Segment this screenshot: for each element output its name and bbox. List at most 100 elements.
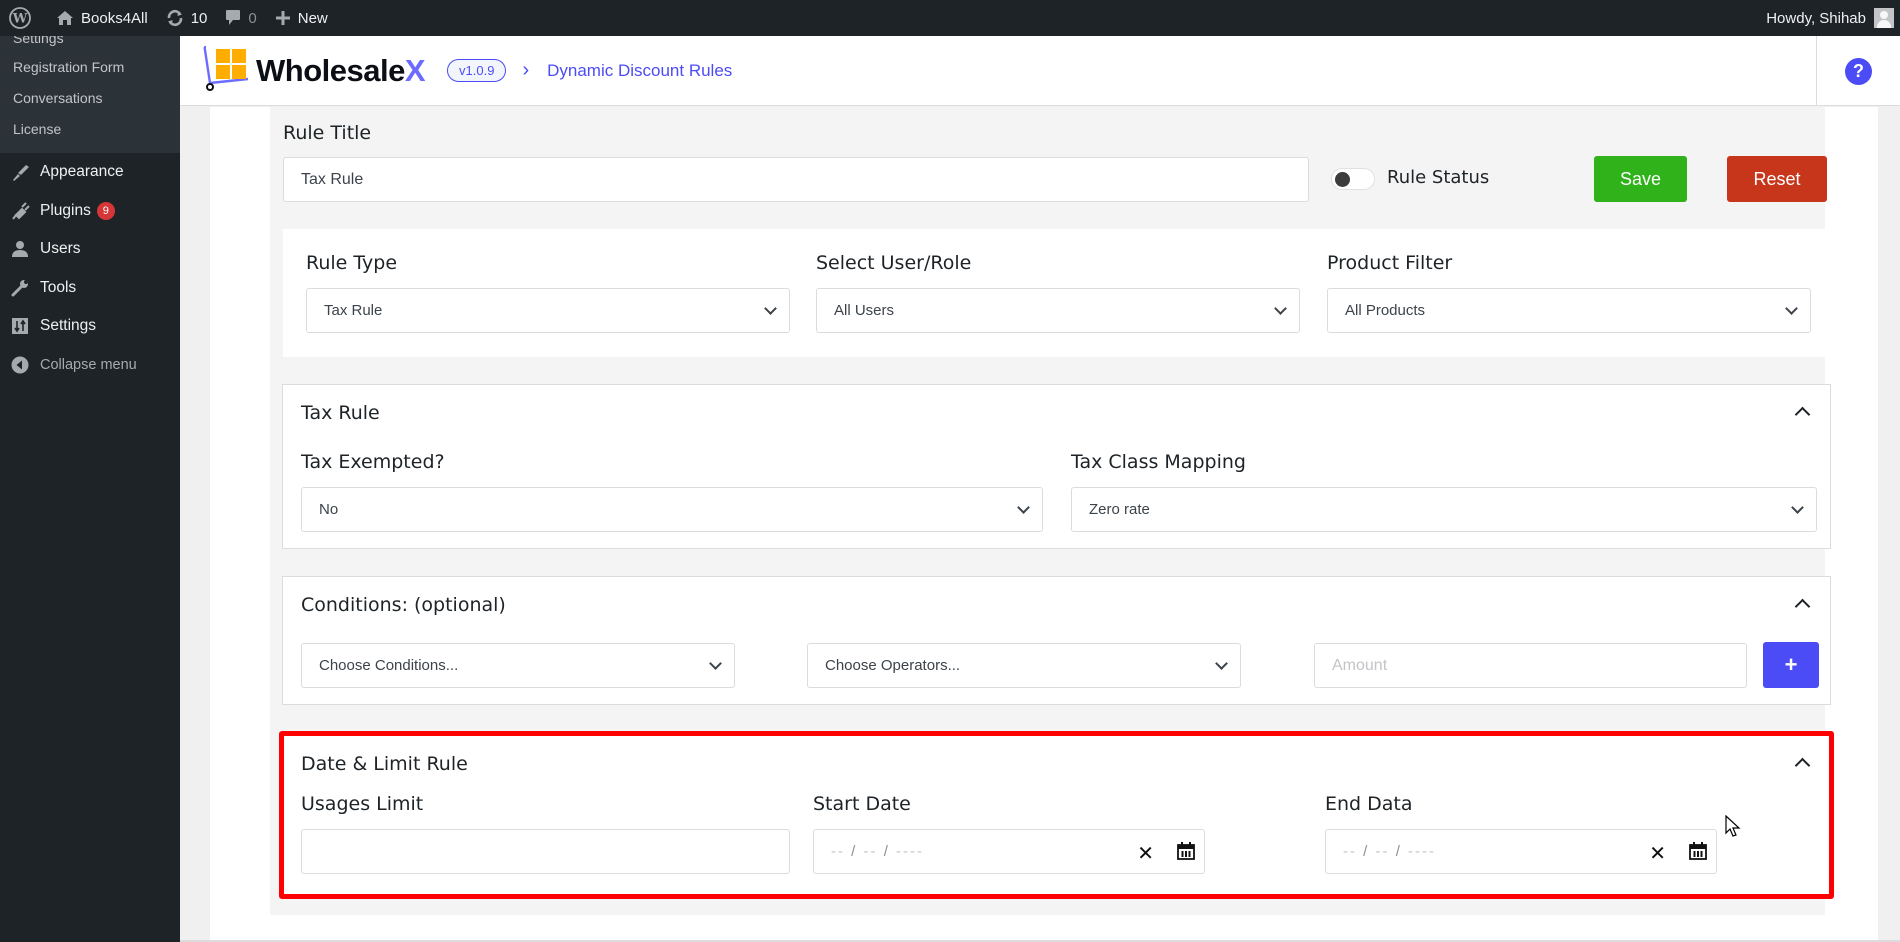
amount-input[interactable] xyxy=(1332,656,1729,675)
amount-field[interactable] xyxy=(1314,643,1747,688)
mouse-cursor-icon xyxy=(1725,814,1741,844)
reset-button[interactable]: Reset xyxy=(1727,156,1827,202)
clear-end-date-icon[interactable]: ✕ xyxy=(1649,841,1666,866)
date-day: -- xyxy=(831,843,845,860)
help-area: ? xyxy=(1816,36,1900,106)
site-name-link[interactable]: Books4All xyxy=(47,0,157,36)
usage-limit-label: Usages Limit xyxy=(301,793,424,815)
help-icon[interactable]: ? xyxy=(1845,57,1872,85)
comments-count: 0 xyxy=(248,9,257,27)
collapse-conditions-icon[interactable] xyxy=(1794,598,1811,615)
updates-icon xyxy=(166,9,184,27)
chevron-down-icon xyxy=(1215,657,1228,670)
comment-icon xyxy=(225,9,241,27)
rule-status-toggle[interactable] xyxy=(1331,168,1375,190)
date-limit-card: Date & Limit Rule Usages Limit Start Dat… xyxy=(282,732,1831,897)
rule-filters-card: Rule Type Tax Rule Select User/Role All … xyxy=(283,229,1831,357)
sidebar-item-plugins[interactable]: Plugins 9 xyxy=(0,192,180,231)
sidebar-item-label: Settings xyxy=(40,317,97,335)
start-date-calendar-icon[interactable] xyxy=(1176,841,1196,865)
sidebar-item-label: Users xyxy=(40,240,81,258)
end-date-field[interactable]: -- / -- / ---- ✕ xyxy=(1325,829,1717,874)
plugin-icon xyxy=(10,201,30,221)
collapse-icon xyxy=(10,355,30,375)
save-button[interactable]: Save xyxy=(1594,156,1687,202)
chevron-down-icon xyxy=(1274,302,1287,315)
submenu-item-license[interactable]: License xyxy=(0,114,180,145)
submenu-item-settings[interactable]: Settings xyxy=(0,36,180,52)
collapse-menu-button[interactable]: Collapse menu xyxy=(0,346,180,385)
submenu-item-registration-form[interactable]: Registration Form xyxy=(0,52,180,83)
my-account-link[interactable]: Howdy, Shihab xyxy=(1757,0,1900,36)
brand-name-accent: X xyxy=(404,52,426,88)
brand-name: WholesaleX xyxy=(256,52,426,89)
collapse-date-limit-icon[interactable] xyxy=(1794,757,1811,774)
wholesalex-logo[interactable]: WholesaleX xyxy=(202,45,426,96)
end-date-calendar-icon[interactable] xyxy=(1688,841,1708,865)
chevron-down-icon xyxy=(709,657,722,670)
sidebar-item-tools[interactable]: Tools xyxy=(0,269,180,308)
sidebar-item-appearance[interactable]: Appearance xyxy=(0,153,180,192)
date-year: ---- xyxy=(1408,843,1437,860)
usage-limit-field[interactable] xyxy=(301,829,790,874)
conditions-select[interactable]: Choose Conditions... xyxy=(301,643,735,688)
admin-sidebar: Settings Registration Form Conversations… xyxy=(0,36,180,942)
plugin-header: WholesaleX v1.0.9 › Dynamic Discount Rul… xyxy=(180,36,1900,106)
tax-class-mapping-value: Zero rate xyxy=(1089,501,1150,518)
tax-exempted-label: Tax Exempted? xyxy=(301,451,445,473)
admin-bar: W Books4All 10 0 New Howdy, Shihab xyxy=(0,0,1900,36)
collapse-menu-label: Collapse menu xyxy=(40,356,137,373)
chevron-down-icon xyxy=(1791,501,1804,514)
wordpress-logo-button[interactable]: W xyxy=(0,0,47,36)
user-role-value: All Users xyxy=(834,302,895,319)
date-day: -- xyxy=(1343,843,1357,860)
product-filter-select[interactable]: All Products xyxy=(1327,288,1811,333)
brand-name-main: Wholesale xyxy=(256,52,405,88)
tax-exempted-select[interactable]: No xyxy=(301,487,1043,532)
home-icon xyxy=(56,10,74,26)
end-date-placeholder: -- / -- / ---- xyxy=(1343,843,1437,860)
sidebar-item-label: Tools xyxy=(40,278,77,296)
tax-exempted-value: No xyxy=(319,501,339,518)
usage-limit-input[interactable] xyxy=(319,842,772,861)
add-condition-button[interactable]: + xyxy=(1763,642,1819,688)
sidebar-item-settings[interactable]: Settings xyxy=(0,307,180,346)
breadcrumb-chevron-icon: › xyxy=(522,59,530,81)
rule-panel: Rule Title Rule Status Save Reset Rule T… xyxy=(210,107,1878,942)
conditions-value: Choose Conditions... xyxy=(319,657,459,674)
clear-start-date-icon[interactable]: ✕ xyxy=(1137,841,1154,866)
end-date-label: End Data xyxy=(1325,793,1413,815)
date-limit-title: Date & Limit Rule xyxy=(301,753,468,775)
svg-text:W: W xyxy=(12,12,28,27)
chevron-down-icon xyxy=(1785,302,1798,315)
users-icon xyxy=(10,239,30,259)
tax-rule-card: Tax Rule Tax Exempted? No Tax Class Mapp… xyxy=(282,384,1831,549)
new-content-link[interactable]: New xyxy=(266,0,337,36)
version-badge: v1.0.9 xyxy=(447,59,507,82)
operators-select[interactable]: Choose Operators... xyxy=(807,643,1241,688)
rule-title-input[interactable] xyxy=(301,170,1291,189)
chevron-down-icon xyxy=(764,302,777,315)
updates-link[interactable]: 10 xyxy=(157,0,217,36)
user-role-label: Select User/Role xyxy=(816,252,972,274)
chevron-down-icon xyxy=(1017,501,1030,514)
submenu-item-conversations[interactable]: Conversations xyxy=(0,83,180,114)
breadcrumb-current[interactable]: Dynamic Discount Rules xyxy=(547,61,732,81)
tax-rule-title: Tax Rule xyxy=(301,402,380,424)
sidebar-item-users[interactable]: Users xyxy=(0,230,180,269)
tax-class-mapping-select[interactable]: Zero rate xyxy=(1071,487,1817,532)
tax-class-mapping-label: Tax Class Mapping xyxy=(1071,451,1246,473)
settings-icon xyxy=(10,316,30,336)
user-role-select[interactable]: All Users xyxy=(816,288,1300,333)
greeting: Howdy, Shihab xyxy=(1766,9,1866,27)
collapse-tax-rule-icon[interactable] xyxy=(1794,406,1811,423)
product-filter-label: Product Filter xyxy=(1327,252,1453,274)
rule-title-field[interactable] xyxy=(283,157,1309,202)
rule-type-value: Tax Rule xyxy=(324,302,383,319)
site-name: Books4All xyxy=(81,9,148,27)
plugins-update-badge: 9 xyxy=(96,201,115,220)
rule-type-label: Rule Type xyxy=(306,252,398,274)
start-date-field[interactable]: -- / -- / ---- ✕ xyxy=(813,829,1205,874)
comments-link[interactable]: 0 xyxy=(216,0,265,36)
rule-type-select[interactable]: Tax Rule xyxy=(306,288,790,333)
